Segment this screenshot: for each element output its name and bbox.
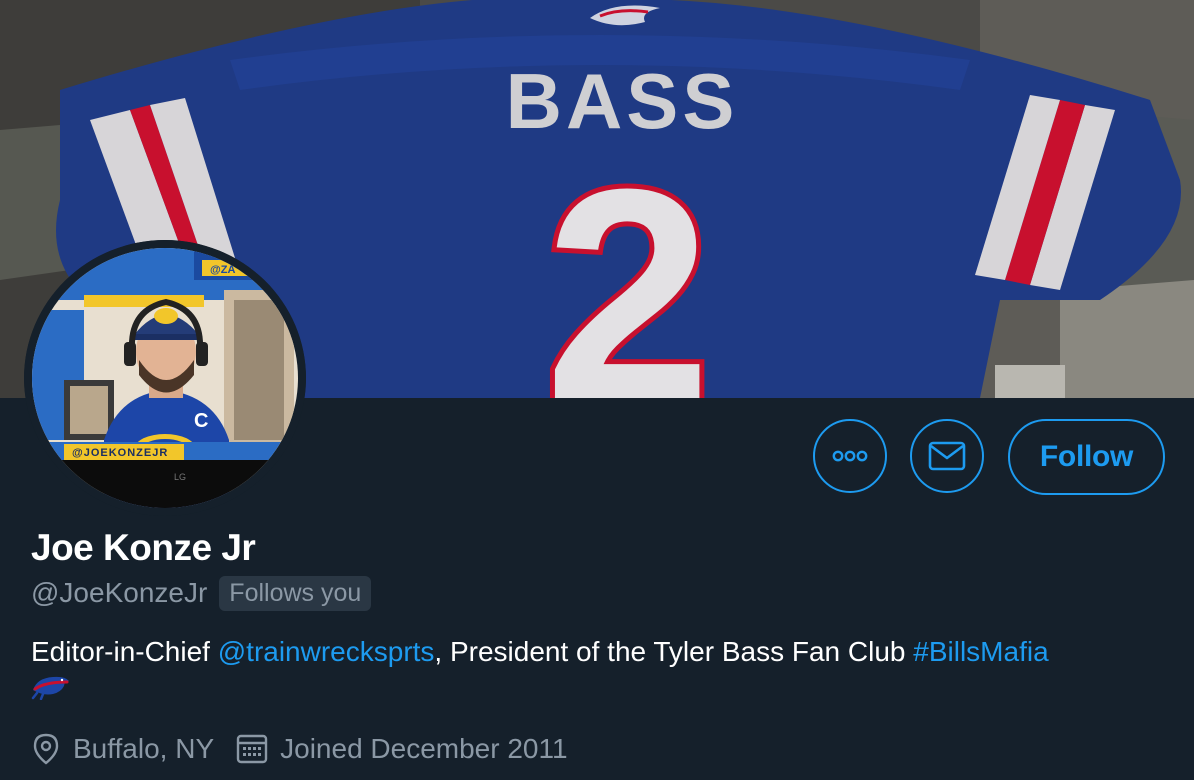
more-icon	[832, 450, 868, 462]
joined-item: Joined December 2011	[236, 733, 568, 765]
user-handle: @JoeKonzeJr	[31, 577, 208, 608]
jersey-number: 2	[545, 126, 712, 398]
profile-avatar[interactable]: @ZA C @JOEKONZEJR LG	[24, 240, 306, 516]
follow-button[interactable]: Follow	[1008, 419, 1165, 495]
calendar-icon	[236, 733, 268, 765]
location-item: Buffalo, NY	[31, 733, 214, 765]
profile-bio: Editor-in-Chief @trainwrecksprts, Presid…	[31, 633, 1171, 671]
buffalo-bills-logo-icon	[31, 672, 71, 701]
location-text: Buffalo, NY	[73, 733, 215, 764]
avatar-corner-text: @ZA	[210, 264, 235, 276]
joined-text: Joined December 2011	[280, 733, 568, 764]
envelope-icon	[928, 441, 966, 471]
avatar-image: @ZA C @JOEKONZEJR LG	[24, 240, 306, 516]
display-name: Joe Konze Jr	[31, 527, 256, 568]
follows-you-badge: Follows you	[219, 575, 372, 611]
avatar-monitor-brand: LG	[174, 472, 186, 482]
bio-text-2: , President of the Tyler Bass Fan Club	[434, 636, 914, 667]
message-button[interactable]	[910, 419, 984, 493]
bio-mention-link[interactable]: @trainwrecksprts	[218, 636, 435, 667]
handle-row: @JoeKonzeJr Follows you	[31, 575, 372, 611]
avatar-cap-letter: C	[194, 410, 208, 432]
avatar-banner-text: @JOEKONZEJR	[72, 447, 168, 459]
more-button[interactable]	[813, 419, 887, 493]
profile-meta: Buffalo, NY Joined December 2011	[31, 729, 568, 769]
profile-page: BASS 2 @ZA C @JOEKONZEJR LG Follow Joe K…	[0, 0, 1194, 780]
location-pin-icon	[31, 733, 61, 765]
bio-text-1: Editor-in-Chief	[31, 636, 218, 667]
bio-hashtag-link[interactable]: #BillsMafia	[913, 636, 1048, 667]
